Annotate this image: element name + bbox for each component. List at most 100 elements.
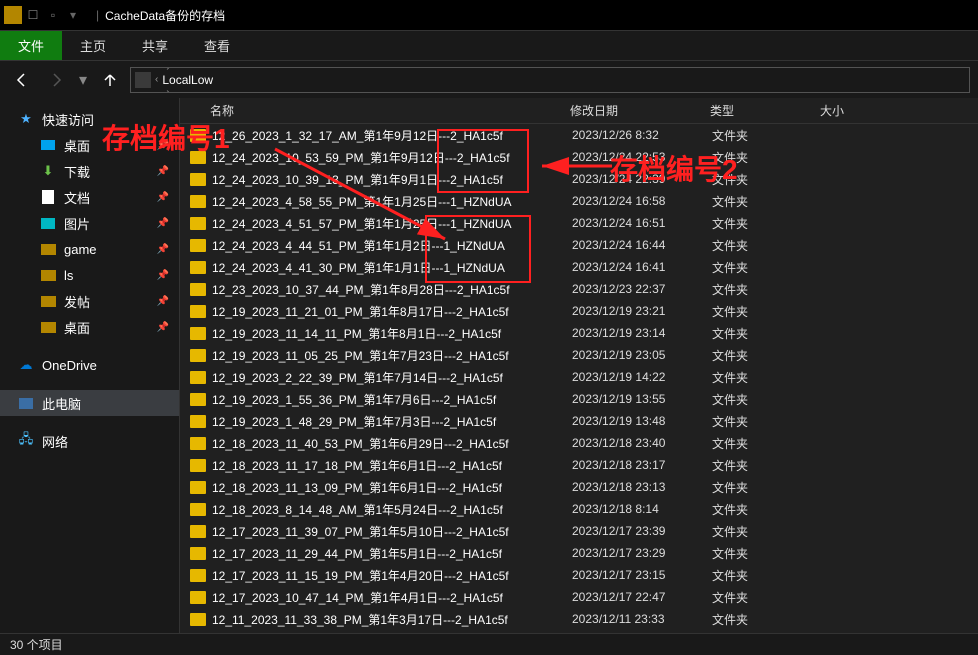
title-divider: | <box>96 8 99 22</box>
file-row[interactable]: 12_11_2023_11_33_38_PM_第1年3月17日---2_HA1c… <box>180 608 978 630</box>
folder-icon <box>190 481 206 494</box>
file-row[interactable]: 12_19_2023_11_21_01_PM_第1年8月17日---2_HA1c… <box>180 300 978 322</box>
breadcrumb-segment[interactable]: LocalLow <box>162 73 282 87</box>
file-date: 2023/12/11 23:33 <box>572 612 712 626</box>
file-row[interactable]: 12_24_2023_4_58_55_PM_第1年1月25日---1_HZNdU… <box>180 190 978 212</box>
file-row[interactable]: 12_19_2023_11_14_11_PM_第1年8月1日---2_HA1c5… <box>180 322 978 344</box>
file-row[interactable]: 12_24_2023_4_51_57_PM_第1年1月25日---1_HZNdU… <box>180 212 978 234</box>
breadcrumb[interactable]: ‹ win10 (C:)›用户›yufeiye.com›AppData›Loca… <box>130 67 970 93</box>
qat-icon-2[interactable]: ▫ <box>44 6 62 24</box>
file-name: 12_19_2023_2_22_39_PM_第1年7月14日---2_HA1c5… <box>212 369 572 386</box>
file-name: 12_24_2023_4_44_51_PM_第1年1月2日---1_HZNdUA <box>212 237 572 254</box>
star-icon: ★ <box>18 111 34 127</box>
tab-file[interactable]: 文件 <box>0 31 62 60</box>
file-row[interactable]: 12_17_2023_11_39_07_PM_第1年5月10日---2_HA1c… <box>180 520 978 542</box>
file-row[interactable]: 12_24_2023_4_44_51_PM_第1年1月2日---1_HZNdUA… <box>180 234 978 256</box>
file-date: 2023/12/19 14:22 <box>572 370 712 384</box>
sidebar-documents[interactable]: 文档📌 <box>0 184 179 210</box>
file-name: 12_10_2023_11_28_51_PM_第1年3月1日---2_HA1c5… <box>212 633 572 634</box>
file-list[interactable]: 12_26_2023_1_32_17_AM_第1年9月12日---2_HA1c5… <box>180 124 978 633</box>
file-row[interactable]: 12_18_2023_11_40_53_PM_第1年6月29日---2_HA1c… <box>180 432 978 454</box>
folder-icon <box>190 437 206 450</box>
sidebar-desktop[interactable]: 桌面📌 <box>0 132 179 158</box>
tab-view[interactable]: 查看 <box>186 31 248 60</box>
col-header-type[interactable]: 类型 <box>710 102 820 119</box>
sidebar-this-pc[interactable]: 此电脑 <box>0 390 179 416</box>
sidebar-onedrive[interactable]: ☁OneDrive <box>0 352 179 378</box>
file-row[interactable]: 12_18_2023_8_14_48_AM_第1年5月24日---2_HA1c5… <box>180 498 978 520</box>
folder-icon <box>190 305 206 318</box>
file-row[interactable]: 12_24_2023_4_41_30_PM_第1年1月1日---1_HZNdUA… <box>180 256 978 278</box>
file-row[interactable]: 12_10_2023_11_28_51_PM_第1年3月1日---2_HA1c5… <box>180 630 978 633</box>
file-name: 12_19_2023_1_48_29_PM_第1年7月3日---2_HA1c5f <box>212 413 572 430</box>
file-type: 文件夹 <box>712 589 822 606</box>
file-row[interactable]: 12_17_2023_11_15_19_PM_第1年4月20日---2_HA1c… <box>180 564 978 586</box>
file-row[interactable]: 12_19_2023_2_22_39_PM_第1年7月14日---2_HA1c5… <box>180 366 978 388</box>
folder-icon <box>190 327 206 340</box>
file-date: 2023/12/18 8:14 <box>572 502 712 516</box>
chevron-right-icon[interactable]: › <box>162 87 282 93</box>
file-type: 文件夹 <box>712 259 822 276</box>
file-name: 12_18_2023_11_40_53_PM_第1年6月29日---2_HA1c… <box>212 435 572 452</box>
col-header-size[interactable]: 大小 <box>820 102 900 119</box>
sidebar-quick-access[interactable]: ★快速访问 <box>0 106 179 132</box>
qat-icon-1[interactable]: ☐ <box>24 6 42 24</box>
file-row[interactable]: 12_18_2023_11_13_09_PM_第1年6月1日---2_HA1c5… <box>180 476 978 498</box>
sidebar-game[interactable]: game📌 <box>0 236 179 262</box>
forward-button[interactable] <box>42 66 70 94</box>
tab-share[interactable]: 共享 <box>124 31 186 60</box>
col-header-date[interactable]: 修改日期 <box>570 102 710 119</box>
file-date: 2023/12/24 22:53 <box>572 150 712 164</box>
tab-home[interactable]: 主页 <box>62 31 124 60</box>
file-name: 12_17_2023_11_39_07_PM_第1年5月10日---2_HA1c… <box>212 523 572 540</box>
chevron-left-icon[interactable]: ‹ <box>155 74 158 85</box>
col-header-name[interactable]: 名称 <box>210 102 570 119</box>
file-type: 文件夹 <box>712 413 822 430</box>
file-type: 文件夹 <box>712 545 822 562</box>
file-name: 12_17_2023_11_29_44_PM_第1年5月1日---2_HA1c5… <box>212 545 572 562</box>
file-row[interactable]: 12_26_2023_1_32_17_AM_第1年9月12日---2_HA1c5… <box>180 124 978 146</box>
onedrive-icon: ☁ <box>18 357 34 373</box>
file-type: 文件夹 <box>712 171 822 188</box>
sidebar-network[interactable]: 🖧网络 <box>0 428 179 454</box>
file-row[interactable]: 12_17_2023_10_47_14_PM_第1年4月1日---2_HA1c5… <box>180 586 978 608</box>
up-button[interactable] <box>96 66 124 94</box>
file-date: 2023/12/18 23:40 <box>572 436 712 450</box>
qat-chevron-icon[interactable]: ▾ <box>64 6 82 24</box>
file-row[interactable]: 12_23_2023_10_37_44_PM_第1年8月28日---2_HA1c… <box>180 278 978 300</box>
file-date: 2023/12/24 16:44 <box>572 238 712 252</box>
file-type: 文件夹 <box>712 391 822 408</box>
file-type: 文件夹 <box>712 215 822 232</box>
sidebar-pictures[interactable]: 图片📌 <box>0 210 179 236</box>
nav-bar: ▾ ‹ win10 (C:)›用户›yufeiye.com›AppData›Lo… <box>0 60 978 98</box>
file-row[interactable]: 12_18_2023_11_17_18_PM_第1年6月1日---2_HA1c5… <box>180 454 978 476</box>
file-type: 文件夹 <box>712 149 822 166</box>
file-name: 12_19_2023_1_55_36_PM_第1年7月6日---2_HA1c5f <box>212 391 572 408</box>
file-type: 文件夹 <box>712 523 822 540</box>
file-row[interactable]: 12_19_2023_1_48_29_PM_第1年7月3日---2_HA1c5f… <box>180 410 978 432</box>
file-row[interactable]: 12_19_2023_11_05_25_PM_第1年7月23日---2_HA1c… <box>180 344 978 366</box>
pc-icon <box>135 72 151 88</box>
file-type: 文件夹 <box>712 303 822 320</box>
sidebar-label: 网络 <box>42 432 68 451</box>
desktop-icon <box>40 137 56 153</box>
file-row[interactable]: 12_24_2023_10_39_13_PM_第1年9月1日---2_HA1c5… <box>180 168 978 190</box>
folder-icon <box>190 261 206 274</box>
status-bar: 30 个项目 <box>0 633 978 655</box>
back-button[interactable] <box>8 66 36 94</box>
sidebar-desktop2[interactable]: 桌面📌 <box>0 314 179 340</box>
folder-icon <box>190 569 206 582</box>
folder-icon <box>190 415 206 428</box>
column-headers: 名称 修改日期 类型 大小 <box>180 98 978 124</box>
sidebar: ★快速访问 桌面📌 ⬇下载📌 文档📌 图片📌 game📌 ls📌 发帖📌 桌面📌… <box>0 98 180 633</box>
file-row[interactable]: 12_17_2023_11_29_44_PM_第1年5月1日---2_HA1c5… <box>180 542 978 564</box>
file-date: 2023/12/24 22:39 <box>572 172 712 186</box>
sidebar-downloads[interactable]: ⬇下载📌 <box>0 158 179 184</box>
file-row[interactable]: 12_19_2023_1_55_36_PM_第1年7月6日---2_HA1c5f… <box>180 388 978 410</box>
sidebar-ls[interactable]: ls📌 <box>0 262 179 288</box>
sidebar-posting[interactable]: 发帖📌 <box>0 288 179 314</box>
file-row[interactable]: 12_24_2023_10_53_59_PM_第1年9月12日---2_HA1c… <box>180 146 978 168</box>
file-type: 文件夹 <box>712 127 822 144</box>
recent-dropdown[interactable]: ▾ <box>76 66 90 94</box>
file-date: 2023/12/24 16:51 <box>572 216 712 230</box>
